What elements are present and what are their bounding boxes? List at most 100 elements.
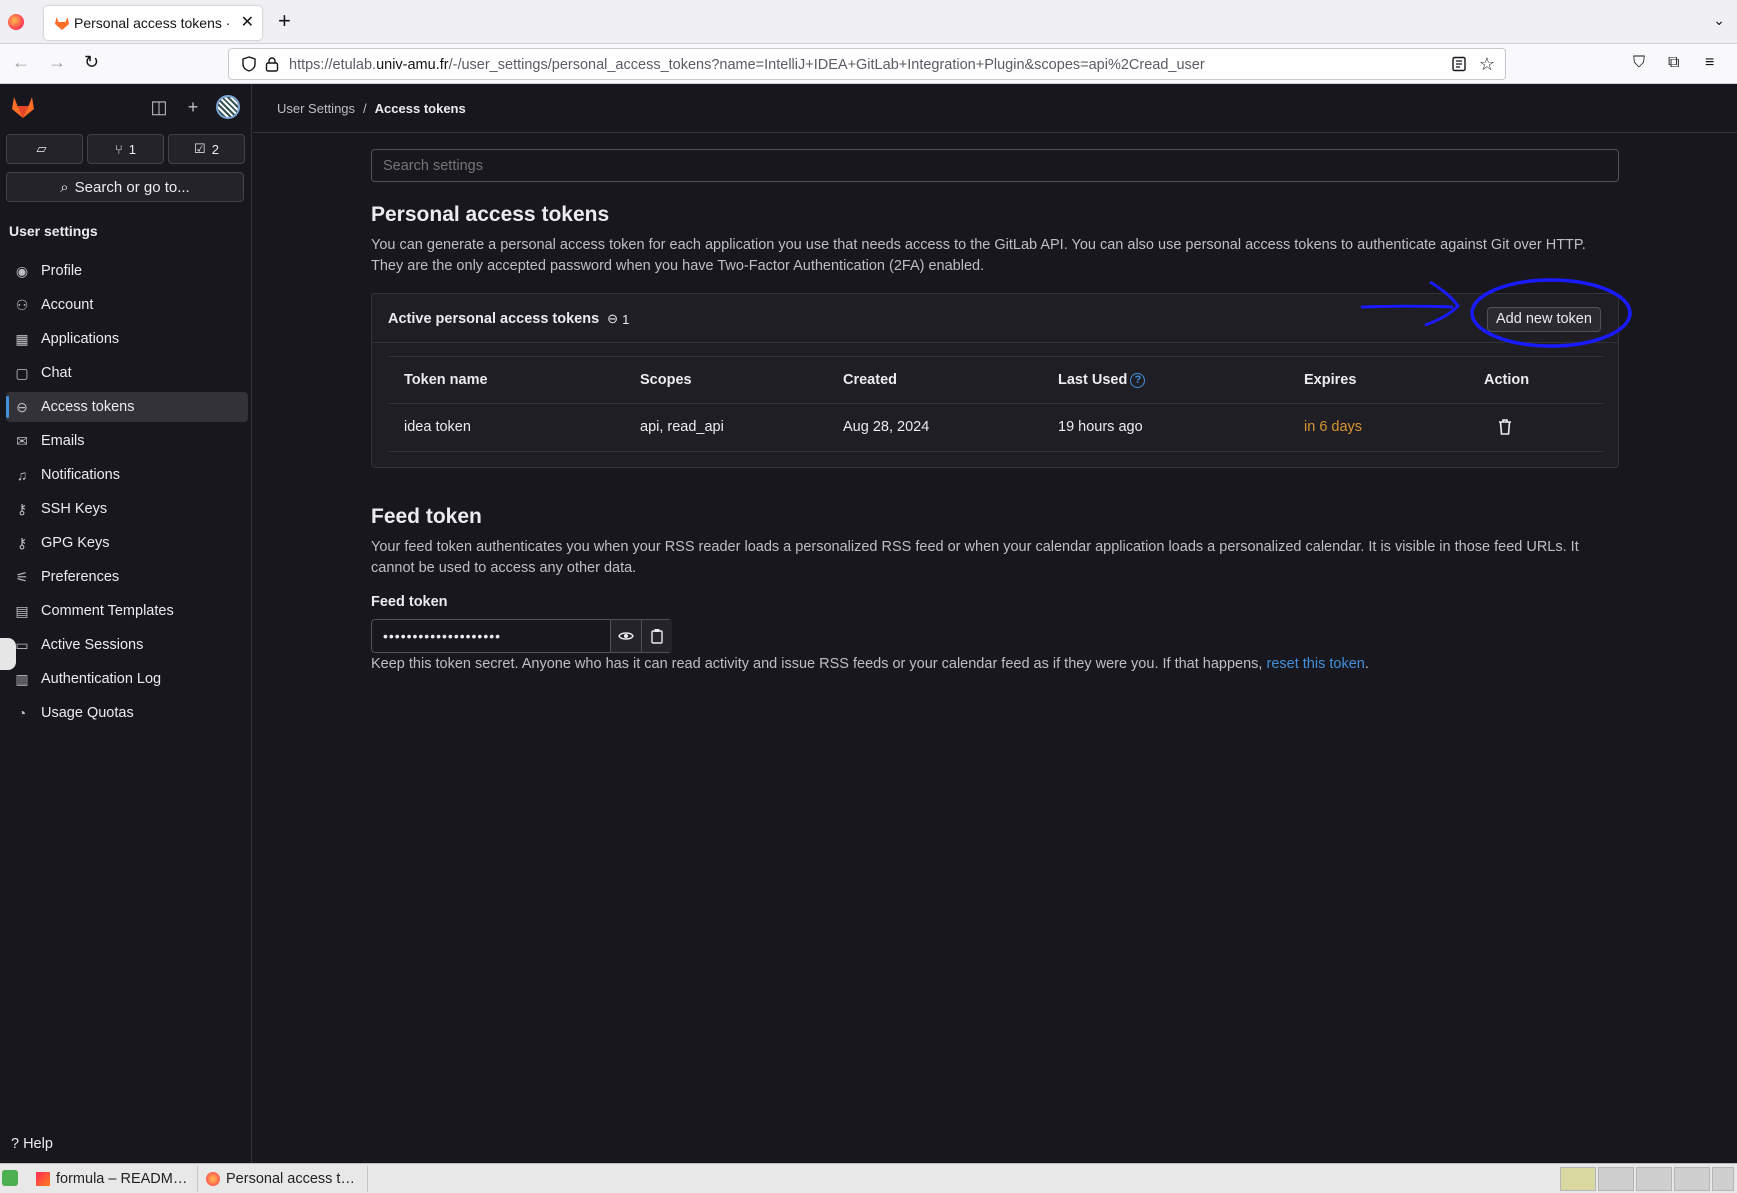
taskbar-task-firefox[interactable]: Personal access t… — [200, 1166, 368, 1192]
key-icon: ⚷ — [16, 500, 28, 517]
copy-button[interactable] — [641, 620, 672, 652]
sidebar-heading: User settings — [9, 223, 98, 239]
sidebar-item-chat[interactable]: ▢ Chat — [6, 358, 248, 388]
bookmark-star-icon[interactable]: ☆ — [1479, 54, 1495, 75]
sidebar-item-emails[interactable]: ✉ Emails — [6, 426, 248, 456]
sidebar-item-access-tokens[interactable]: ⊖ Access tokens — [6, 392, 248, 422]
sidebar-item-ssh-keys[interactable]: ⚷ SSH Keys — [6, 494, 248, 524]
column-header: Created — [843, 372, 897, 388]
toggle-sidebar-icon[interactable]: ◫ — [150, 98, 168, 116]
breadcrumb-access-tokens[interactable]: Access tokens — [375, 101, 466, 116]
column-header: Expires — [1304, 372, 1357, 388]
search-settings-input[interactable] — [371, 149, 1619, 182]
extensions-icon[interactable]: ⧉ — [1668, 54, 1679, 72]
applications-icon: ▦ — [15, 330, 29, 347]
column-header: Action — [1484, 372, 1530, 388]
taskbar-task-intellij[interactable]: formula – READM… — [30, 1166, 198, 1192]
token-expires: in 6 days — [1304, 419, 1363, 435]
merge-request-icon: ⑂ — [114, 141, 123, 157]
sidebar-item-account[interactable]: ⚇ Account — [6, 290, 248, 320]
sessions-icon: ▭ — [15, 636, 29, 653]
question-icon[interactable]: ? — [1130, 372, 1146, 388]
reader-view-icon[interactable] — [1451, 56, 1467, 72]
new-tab-button[interactable]: + — [278, 8, 291, 34]
search-or-go-button[interactable]: ⌕ Search or go to... — [6, 172, 244, 202]
feed-description: Your feed token authenticates you when y… — [371, 539, 1579, 576]
feed-title: Feed token — [371, 505, 482, 528]
workspace-3[interactable] — [1636, 1167, 1672, 1191]
token-count-badge: ⊖ 1 — [607, 311, 630, 327]
merge-requests-counter[interactable]: ⑂ 1 — [87, 134, 164, 164]
sidebar-item-preferences[interactable]: ⚟ Preferences — [6, 562, 248, 592]
menu-icon[interactable]: ≡ — [1705, 54, 1714, 72]
user-counters: ▱ ⑂ 1 ☑ 2 — [6, 134, 245, 164]
quota-icon: ◔ — [17, 705, 27, 721]
token-last-used: 19 hours ago — [1058, 419, 1143, 435]
search-icon: ⌕ — [60, 178, 69, 196]
feed-token-label: Feed token — [371, 594, 448, 610]
sidebar-item-comment-templates[interactable]: ▤ Comment Templates — [6, 596, 248, 626]
forward-arrow-icon[interactable]: → — [48, 52, 66, 73]
workspace-4[interactable] — [1674, 1167, 1710, 1191]
token-created: Aug 28, 2024 — [843, 419, 930, 435]
trash-icon[interactable] — [1712, 1167, 1734, 1191]
browser-tab[interactable]: Personal access tokens · U ✕ — [44, 6, 262, 40]
start-menu-icon[interactable] — [2, 1170, 18, 1186]
breadcrumb: User Settings / Access tokens — [277, 101, 466, 116]
revoke-trash-icon[interactable] — [1497, 418, 1513, 436]
sidebar-item-applications[interactable]: ▦ Applications — [6, 324, 248, 354]
tab-close-icon[interactable]: ✕ — [241, 12, 254, 32]
tab-list-chevron-icon[interactable]: ⌄ — [1713, 12, 1725, 29]
url-text: https://etulab.univ-amu.fr/-/user_settin… — [289, 57, 1205, 73]
feed-token-field[interactable]: •••••••••••••••••••• — [371, 619, 672, 653]
token-icon: ⊖ — [16, 398, 28, 415]
lock-icon[interactable] — [265, 56, 279, 72]
preferences-icon: ⚟ — [15, 568, 29, 585]
help-icon: ? — [11, 1136, 20, 1152]
pocket-icon[interactable]: ⛉ — [1633, 54, 1645, 72]
back-arrow-icon[interactable]: ← — [12, 52, 30, 73]
pat-title: Personal access tokens — [371, 203, 610, 226]
firefox-icon — [8, 14, 24, 30]
todo-icon: ☑ — [194, 141, 206, 156]
sidebar-item-active-sessions[interactable]: ▭ Active Sessions — [6, 630, 248, 660]
reload-icon[interactable]: ↻ — [84, 52, 99, 73]
sidebar-item-authentication-log[interactable]: ▥ Authentication Log — [6, 664, 248, 694]
todos-counter[interactable]: ☑ 2 — [168, 134, 245, 164]
sidebar-item-notifications[interactable]: ♫ Notifications — [6, 460, 248, 490]
sidebar-item-profile[interactable]: ◉ Profile — [6, 256, 248, 286]
help-button[interactable]: ? Help — [11, 1136, 53, 1152]
gitlab-logo-icon[interactable] — [10, 94, 36, 120]
token-icon: ⊖ — [607, 311, 619, 326]
profile-icon: ◉ — [15, 262, 29, 279]
active-tokens-title: Active personal access tokens ⊖ 1 — [388, 311, 630, 327]
add-new-token-button[interactable]: Add new token — [1487, 307, 1601, 332]
issues-counter[interactable]: ▱ — [6, 134, 83, 164]
sidebar-collapse-handle[interactable] — [0, 638, 16, 670]
reveal-button[interactable] — [610, 620, 641, 652]
workspace-1[interactable] — [1560, 1167, 1596, 1191]
top-bar: User Settings / Access tokens — [253, 84, 1737, 133]
breadcrumb-user-settings[interactable]: User Settings — [277, 101, 355, 116]
eye-icon — [618, 632, 634, 640]
intellij-icon — [36, 1172, 50, 1186]
browser-nav-bar: ← → ↻ https://etulab.univ-amu.fr/-/user_… — [0, 44, 1737, 84]
workspace-2[interactable] — [1598, 1167, 1634, 1191]
sidebar: ◫ + ▱ ⑂ 1 ☑ 2 ⌕ Search or go to... User … — [0, 84, 252, 1163]
keep-secret-text: Keep this token secret. Anyone who has i… — [371, 656, 1369, 672]
sidebar-item-gpg-keys[interactable]: ⚷ GPG Keys — [6, 528, 248, 558]
breadcrumb-separator: / — [363, 101, 367, 116]
active-tokens-card: Active personal access tokens ⊖ 1 Add ne… — [371, 293, 1619, 468]
table-header-row: Token name Scopes Created Last Used? Exp… — [388, 356, 1604, 404]
table-row: idea token api, read_api Aug 28, 2024 19… — [388, 404, 1604, 452]
shield-icon[interactable] — [241, 56, 257, 72]
gitlab-favicon-icon — [55, 17, 69, 30]
sidebar-item-usage-quotas[interactable]: ◔ Usage Quotas — [6, 698, 248, 728]
user-avatar[interactable] — [216, 95, 240, 119]
reset-token-link[interactable]: reset this token — [1267, 656, 1365, 672]
column-header: Scopes — [640, 372, 692, 388]
column-header: Token name — [404, 372, 488, 388]
url-bar[interactable]: https://etulab.univ-amu.fr/-/user_settin… — [228, 48, 1506, 80]
create-new-plus-icon[interactable]: + — [184, 98, 202, 116]
bell-icon: ♫ — [16, 467, 28, 483]
